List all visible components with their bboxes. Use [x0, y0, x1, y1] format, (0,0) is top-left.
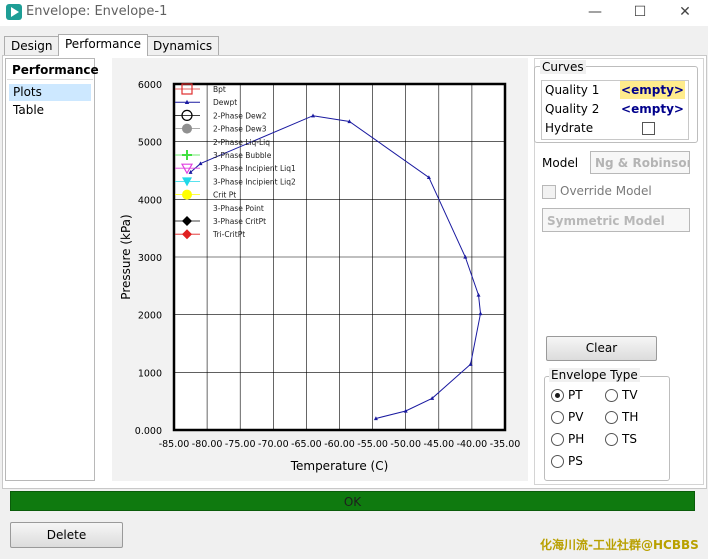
- radio-ts-label: TS: [622, 432, 637, 446]
- legend-label: 2-Phase Dew3: [213, 125, 267, 134]
- tab-performance[interactable]: Performance: [58, 34, 149, 56]
- radio-ps-label: PS: [568, 454, 583, 468]
- y-tick-label: 0.000: [135, 426, 162, 437]
- curves-table: Quality 1 <empty> Quality 2 <empty> Hydr…: [541, 80, 689, 140]
- curve-row-quality2: Quality 2 <empty>: [542, 100, 688, 119]
- legend-label: 3-Phase Incipient Liq1: [213, 164, 296, 173]
- legend-label: 2-Phase Dew2: [213, 111, 267, 120]
- delete-button[interactable]: Delete: [10, 522, 123, 548]
- model-field[interactable]: Ng & Robinson: [590, 151, 690, 174]
- performance-nav: Performance Plots Table: [5, 58, 99, 481]
- y-tick-label: 6000: [138, 80, 162, 91]
- override-model-label: Override Model: [560, 184, 652, 198]
- nav-item-table[interactable]: Table: [9, 102, 91, 119]
- legend-label: 3-Phase Incipient Liq2: [213, 177, 296, 186]
- radio-th[interactable]: [605, 411, 618, 424]
- legend-marker: [182, 189, 192, 200]
- envelope-type-title: Envelope Type: [549, 368, 640, 382]
- y-tick-label: 2000: [138, 311, 162, 322]
- y-tick-label: 3000: [138, 253, 162, 264]
- title-bar: Envelope: Envelope-1 — ☐ ✕: [0, 0, 708, 26]
- override-model-checkbox[interactable]: [542, 185, 556, 199]
- symmetric-model-field[interactable]: Symmetric Model: [542, 208, 690, 232]
- x-tick-label: -85.00: [159, 439, 190, 450]
- x-tick-label: -70.00: [258, 439, 289, 450]
- x-tick-label: -55.00: [357, 439, 388, 450]
- x-tick-label: -40.00: [457, 439, 488, 450]
- radio-ph[interactable]: [551, 433, 564, 446]
- app-icon: [6, 4, 22, 20]
- x-tick-label: -35.00: [490, 439, 521, 450]
- x-tick-label: -60.00: [324, 439, 355, 450]
- quality2-value[interactable]: <empty>: [620, 100, 685, 118]
- legend-label: 3-Phase Point: [213, 204, 264, 213]
- envelope-chart: -85.00 -80.00 -75.00 -70.00 -65.00 -60.00 -55.…: [119, 80, 521, 473]
- quality1-value[interactable]: <empty>: [620, 81, 685, 99]
- x-tick-label: -50.00: [390, 439, 421, 450]
- legend-label: Bpt: [213, 85, 226, 94]
- maximize-button[interactable]: ☐: [617, 0, 663, 26]
- plot-area: -85.00 -80.00 -75.00 -70.00 -65.00 -60.00 -55.…: [112, 58, 528, 481]
- model-label: Model: [542, 156, 579, 170]
- tab-dynamics[interactable]: Dynamics: [146, 36, 220, 55]
- radio-ts[interactable]: [605, 433, 618, 446]
- radio-th-label: TH: [622, 410, 639, 424]
- x-tick-label: -45.00: [423, 439, 454, 450]
- radio-pt-label: PT: [568, 388, 583, 402]
- x-tick-label: -65.00: [291, 439, 322, 450]
- y-tick-label: 4000: [138, 195, 162, 206]
- x-tick-label: -75.00: [225, 439, 256, 450]
- x-axis-label: Temperature (C): [290, 459, 389, 473]
- status-bar: OK: [10, 491, 695, 511]
- y-axis-label: Pressure (kPa): [119, 214, 133, 299]
- radio-pt[interactable]: [551, 389, 564, 402]
- curve-row-quality1: Quality 1 <empty>: [542, 81, 688, 100]
- close-button[interactable]: ✕: [662, 0, 708, 26]
- radio-pv-label: PV: [568, 410, 584, 424]
- legend-label: Crit Pt: [213, 191, 236, 200]
- radio-tv[interactable]: [605, 389, 618, 402]
- radio-ps[interactable]: [551, 455, 564, 468]
- minimize-button[interactable]: —: [572, 0, 618, 26]
- hydrate-checkbox[interactable]: [642, 122, 655, 135]
- watermark: 化海川流-工业社群@HCBBS: [540, 538, 699, 552]
- legend-marker: [182, 123, 192, 134]
- legend-label: Dewpt: [213, 98, 237, 107]
- legend-label: Tri-CritPt: [212, 230, 245, 239]
- clear-button[interactable]: Clear: [546, 336, 657, 361]
- radio-pv[interactable]: [551, 411, 564, 424]
- nav-item-plots[interactable]: Plots: [9, 84, 91, 101]
- legend-label: 3-Phase Bubble: [213, 151, 272, 160]
- nav-header: Performance: [7, 60, 99, 80]
- window-title: Envelope: Envelope-1: [26, 4, 168, 19]
- curve-row-hydrate: Hydrate: [542, 119, 688, 138]
- tab-design[interactable]: Design: [4, 36, 60, 55]
- curve-label: Quality 2: [545, 102, 600, 116]
- radio-tv-label: TV: [622, 388, 638, 402]
- legend-label: 3-Phase CritPt: [213, 217, 266, 226]
- x-tick-label: -80.00: [192, 439, 223, 450]
- radio-ph-label: PH: [568, 432, 585, 446]
- curves-title: Curves: [540, 60, 586, 74]
- y-tick-label: 5000: [138, 138, 162, 149]
- y-tick-label: 1000: [138, 368, 162, 379]
- curve-label: Quality 1: [545, 83, 600, 97]
- legend-label: 2-Phase Liq-Liq: [213, 138, 270, 147]
- curve-label: Hydrate: [545, 121, 594, 135]
